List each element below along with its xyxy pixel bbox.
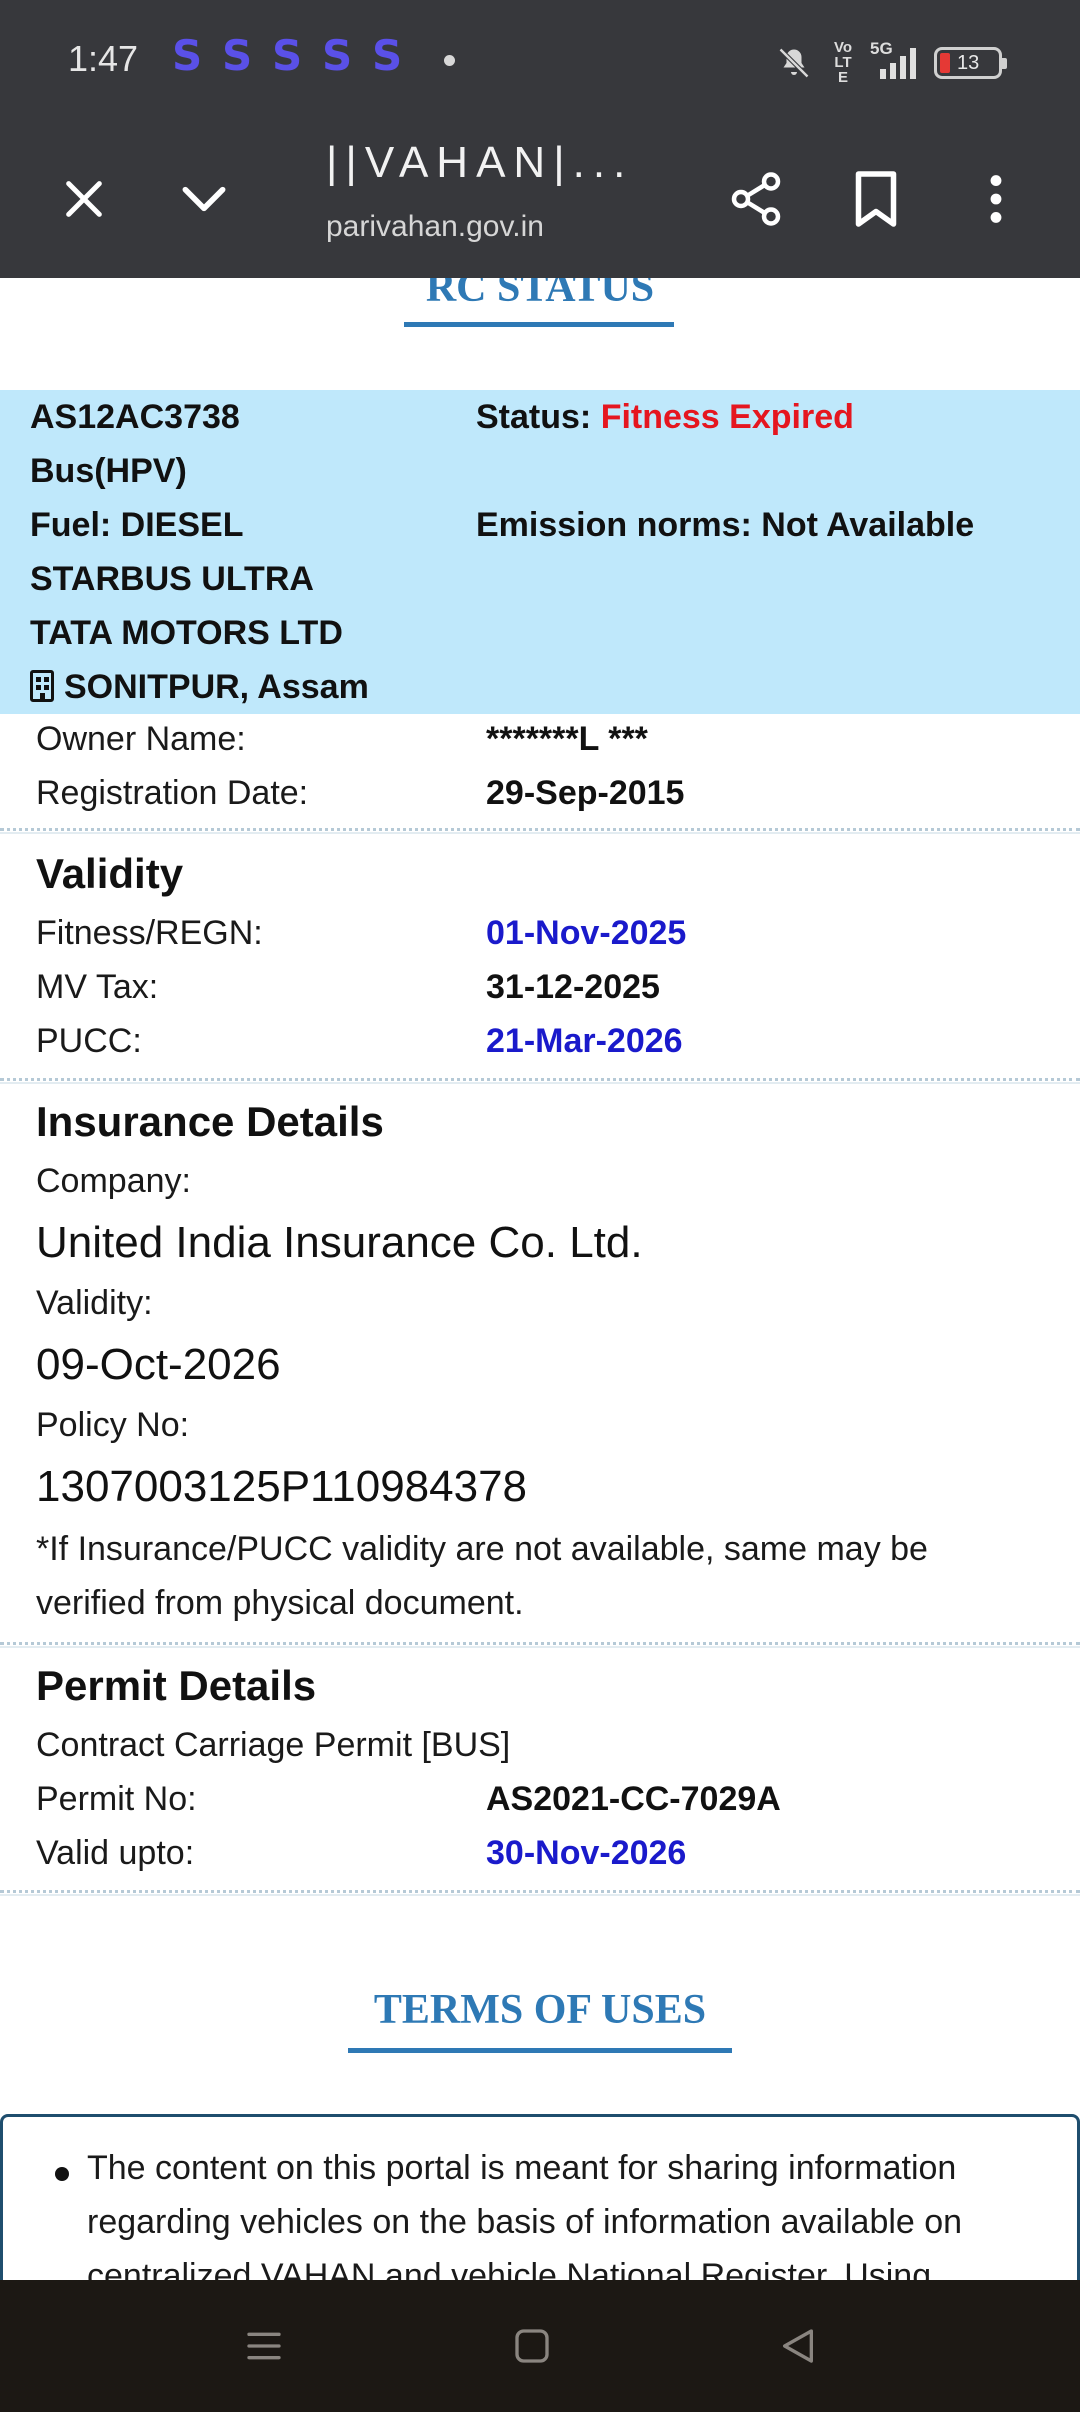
heading-underline	[404, 322, 674, 327]
share-icon[interactable]	[716, 120, 796, 278]
fitness-value: 01-Nov-2025	[486, 914, 687, 952]
validity-heading: Validity	[36, 850, 184, 897]
heading-underline	[348, 2048, 732, 2053]
owner-name-value: *******L ***	[486, 720, 648, 758]
owner-name-label: Owner Name:	[36, 720, 246, 758]
building-icon	[30, 670, 54, 702]
more-notifications-dot-icon	[444, 55, 455, 66]
permit-type: Contract Carriage Permit [BUS]	[36, 1726, 511, 1764]
home-icon[interactable]	[492, 2306, 572, 2386]
rto-name: SONITPUR, Assam	[64, 668, 369, 706]
rc-status-heading: RC STATUS	[425, 278, 655, 311]
menu-icon[interactable]	[224, 2306, 304, 2386]
notification-icon: S	[272, 31, 303, 80]
registration-date-value: 29-Sep-2015	[486, 774, 685, 812]
system-nav-bar	[0, 2280, 1080, 2412]
bookmark-icon[interactable]	[836, 120, 916, 278]
chevron-down-icon[interactable]	[164, 120, 244, 278]
bullet-icon	[55, 2167, 69, 2181]
browser-toolbar: ||VAHAN|... parivahan.gov.in	[0, 120, 1080, 278]
registration-number: AS12AC3738	[30, 398, 240, 436]
terms-box: The content on this portal is meant for …	[0, 2114, 1080, 2280]
section-divider	[0, 1642, 1080, 1648]
mv-tax-value: 31-12-2025	[486, 968, 660, 1006]
terms-text: The content on this portal is meant for …	[87, 2149, 963, 2280]
registration-date-label: Registration Date:	[36, 774, 309, 812]
insurance-validity-value: 09-Oct-2026	[36, 1340, 281, 1389]
pucc-value: 21-Mar-2026	[486, 1022, 683, 1060]
more-vert-icon[interactable]	[956, 120, 1036, 278]
battery-level	[940, 52, 950, 73]
permit-number-value: AS2021-CC-7029A	[486, 1780, 781, 1818]
status-value: Fitness Expired	[600, 398, 854, 436]
status-time: 1:47	[68, 38, 139, 79]
vehicle-model: STARBUS ULTRA	[30, 560, 314, 598]
section-divider	[0, 828, 1080, 834]
fitness-label: Fitness/REGN:	[36, 914, 263, 952]
policy-number-value: 1307003125P110984378	[36, 1462, 528, 1511]
notification-icon: S	[322, 31, 353, 80]
page-content: RC STATUS AS12AC3738 Status: Fitness Exp…	[0, 278, 1080, 2280]
section-divider	[0, 1890, 1080, 1896]
vehicle-maker: TATA MOTORS LTD	[30, 614, 343, 652]
insurance-company-label: Company:	[36, 1162, 191, 1200]
mute-icon	[778, 47, 810, 78]
notification-icons: S S S S S	[172, 31, 404, 80]
policy-number-label: Policy No:	[36, 1406, 190, 1444]
battery-icon: 13	[934, 46, 1007, 79]
permit-valid-label: Valid upto:	[36, 1834, 195, 1872]
pucc-label: PUCC:	[36, 1022, 142, 1060]
insurance-note: *If Insurance/PUCC validity are not avai…	[36, 1530, 928, 1622]
battery-percent: 13	[957, 51, 980, 74]
insurance-heading: Insurance Details	[36, 1098, 384, 1145]
section-divider	[0, 1078, 1080, 1084]
vehicle-class: Bus(HPV)	[30, 452, 187, 490]
emission-norms: Emission norms: Not Available	[476, 506, 975, 544]
terms-heading: TERMS OF USES	[373, 1987, 707, 2033]
volte-icon: Vo LTE	[833, 39, 853, 86]
status-indicators: Vo LTE 5G 13	[776, 39, 1007, 86]
fuel-type: Fuel: DIESEL	[30, 506, 244, 544]
vehicle-summary: AS12AC3738 Status: Fitness Expired Bus(H…	[0, 390, 1080, 714]
signal-icon: 5G	[870, 39, 916, 79]
insurance-validity-label: Validity:	[36, 1284, 153, 1322]
notification-icon: S	[222, 31, 253, 80]
permit-number-label: Permit No:	[36, 1780, 197, 1818]
page-url[interactable]: parivahan.gov.in	[326, 210, 586, 244]
status-label: Status: Fitness Expired	[476, 398, 854, 436]
permit-heading: Permit Details	[36, 1662, 317, 1709]
back-icon[interactable]	[758, 2306, 838, 2386]
page-title[interactable]: ||VAHAN|...	[326, 138, 633, 188]
network-type: 5G	[870, 38, 893, 58]
mv-tax-label: MV Tax:	[36, 968, 159, 1006]
insurance-company-value: United India Insurance Co. Ltd.	[36, 1218, 643, 1267]
close-icon[interactable]	[44, 120, 124, 278]
notification-icon: S	[372, 31, 403, 80]
rto-location: SONITPUR, Assam	[30, 668, 369, 707]
status-bar: 1:47 S S S S S Vo LTE 5G 13	[0, 0, 1080, 120]
permit-valid-value: 30-Nov-2026	[486, 1834, 687, 1872]
notification-icon: S	[172, 31, 203, 80]
